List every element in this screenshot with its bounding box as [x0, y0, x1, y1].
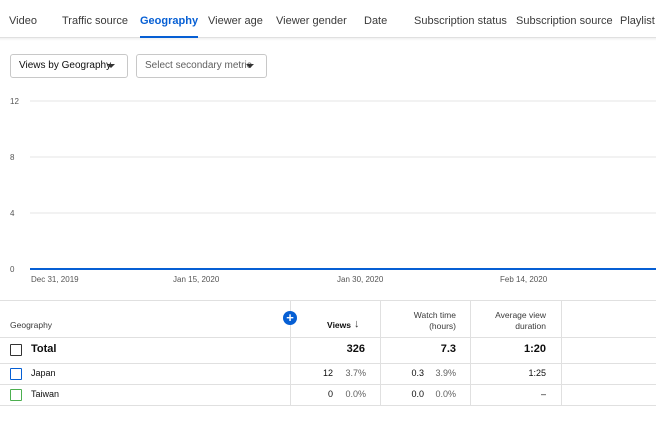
row-watch-time: 0.0	[411, 389, 424, 399]
tab-date[interactable]: Date	[364, 0, 387, 38]
secondary-metric-label: Select secondary metric	[145, 60, 252, 71]
tab-viewer-age[interactable]: Viewer age	[208, 0, 263, 38]
tab-bar: Video Traffic source Geography Viewer ag…	[0, 0, 656, 38]
tab-bar-shadow	[0, 38, 656, 41]
chevron-down-icon	[107, 64, 115, 68]
analytics-page: Video Traffic source Geography Viewer ag…	[0, 0, 656, 436]
row-views-pct: 0.0%	[345, 389, 366, 399]
total-row: Total 326 7.3 1:20	[0, 337, 656, 363]
row-watch-time: 0.3	[411, 368, 424, 378]
x-tick-label: Feb 14, 2020	[500, 275, 548, 284]
total-watch-time: 7.3	[440, 343, 456, 355]
header-geography: Geography	[10, 320, 53, 330]
views-chart: 0 4 8 12 Dec 31, 2019 Jan 15, 2020 Jan 30, 202…	[0, 90, 656, 290]
tab-subscription-source[interactable]: Subscription source	[516, 0, 613, 38]
y-tick-label: 8	[10, 153, 15, 162]
header-watch-time-line2: (hours)	[429, 321, 456, 331]
table-header: Geography + Views ↓ Watch time (hours) A…	[0, 301, 656, 337]
header-avg-view-duration[interactable]: Average view duration	[475, 310, 546, 332]
table-row-taiwan: Taiwan 0 0.0% 0.0 0.0% –	[0, 384, 656, 405]
row-divider	[0, 405, 656, 406]
tab-viewer-gender[interactable]: Viewer gender	[276, 0, 347, 38]
primary-metric-dropdown[interactable]: Views by Geography	[10, 54, 128, 78]
total-avg-duration: 1:20	[523, 343, 546, 355]
header-avg-view-line1: Average view	[495, 310, 546, 320]
x-tick-label: Jan 30, 2020	[337, 275, 384, 284]
y-tick-label: 0	[10, 265, 15, 274]
arrow-down-icon[interactable]: ↓	[354, 319, 366, 330]
total-label: Total	[31, 343, 57, 355]
row-label: Taiwan	[31, 389, 60, 399]
tab-traffic-source[interactable]: Traffic source	[62, 0, 128, 38]
secondary-metric-dropdown[interactable]: Select secondary metric	[136, 54, 267, 78]
chevron-down-icon	[246, 64, 254, 68]
header-views[interactable]: Views	[300, 320, 351, 331]
row-watch-pct: 3.9%	[435, 368, 456, 378]
tab-geography[interactable]: Geography	[140, 0, 199, 38]
plus-circle-icon[interactable]: +	[283, 311, 297, 325]
row-views-pct: 3.7%	[345, 368, 366, 378]
row-checkbox-japan[interactable]	[10, 368, 22, 380]
y-tick-label: 4	[10, 209, 15, 218]
row-views: 12	[322, 368, 333, 378]
header-watch-time-line1: Watch time	[413, 310, 456, 320]
geography-table: Geography + Views ↓ Watch time (hours) A…	[0, 300, 656, 436]
primary-metric-label: Views by Geography	[19, 60, 112, 71]
tab-subscription-status[interactable]: Subscription status	[414, 0, 507, 38]
row-checkbox-taiwan[interactable]	[10, 389, 22, 401]
header-avg-view-line2: duration	[515, 321, 546, 331]
row-views: 0	[327, 389, 333, 399]
tab-video[interactable]: Video	[9, 0, 37, 38]
x-tick-label: Jan 15, 2020	[173, 275, 220, 284]
total-checkbox[interactable]	[10, 344, 22, 356]
row-label: Japan	[31, 368, 56, 378]
tab-playlist[interactable]: Playlist	[620, 0, 655, 38]
row-avg-duration: 1:25	[528, 368, 546, 378]
row-watch-pct: 0.0%	[435, 389, 456, 399]
header-watch-time[interactable]: Watch time (hours)	[385, 310, 456, 332]
total-views: 326	[346, 343, 365, 355]
table-row-japan: Japan 12 3.7% 0.3 3.9% 1:25	[0, 363, 656, 384]
x-tick-label: Dec 31, 2019	[31, 275, 79, 284]
chart-svg: 0 4 8 12 Dec 31, 2019 Jan 15, 2020 Jan 30, 202…	[10, 97, 656, 284]
y-tick-label: 12	[10, 97, 19, 106]
row-avg-duration: –	[540, 389, 546, 399]
